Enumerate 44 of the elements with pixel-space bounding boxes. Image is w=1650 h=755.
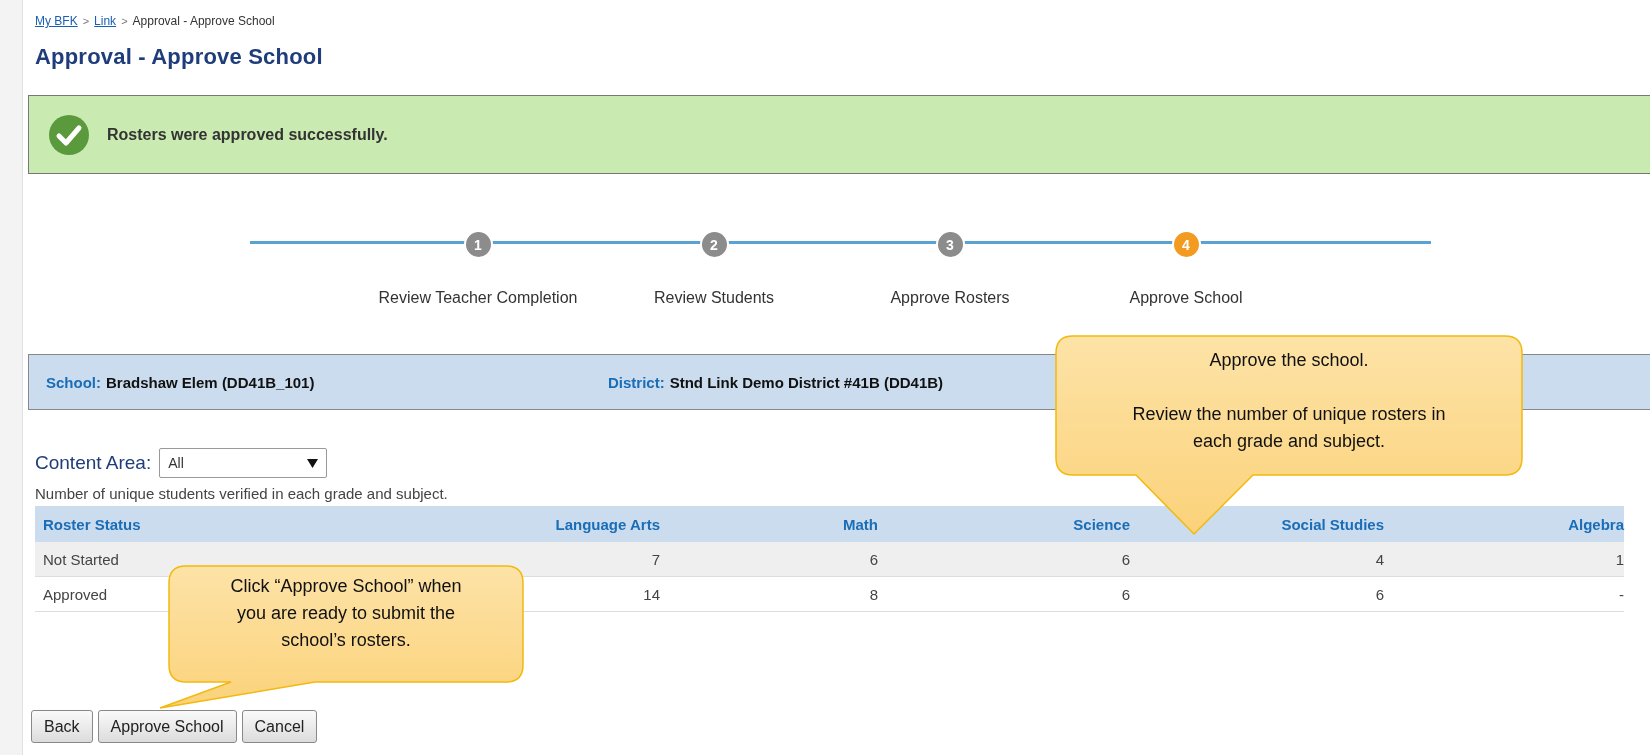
caret-icon xyxy=(307,458,319,468)
breadcrumb-separator: > xyxy=(121,15,128,27)
column-header: Math xyxy=(660,506,878,542)
step-number: 2 xyxy=(699,230,729,259)
step-number: 1 xyxy=(463,230,493,259)
form-button[interactable]: Back xyxy=(31,710,93,743)
table-cell: 6 xyxy=(1130,576,1384,612)
table-cell: 1 xyxy=(1384,542,1624,577)
table-cell: 7 xyxy=(480,542,660,577)
column-header: Language Arts xyxy=(480,506,660,542)
step-number: 4 xyxy=(1171,230,1201,259)
callout-text: Approve the school. xyxy=(1208,349,1370,372)
info-label: School: xyxy=(46,373,101,391)
check-icon xyxy=(49,114,89,155)
step-label: Approve Rosters xyxy=(890,289,1010,307)
table-cell: 6 xyxy=(878,542,1130,577)
table-cell: - xyxy=(1384,576,1624,612)
form-button[interactable]: Approve School xyxy=(97,710,237,743)
content-area-label: Content Area: xyxy=(35,452,152,474)
table-caption: Number of unique students verified in each grade and subject. xyxy=(35,485,449,502)
column-header: Roster Status xyxy=(35,506,480,542)
alert-message: Rosters were approved successfully. xyxy=(107,125,388,144)
table-cell: 4 xyxy=(1130,542,1384,577)
form-button[interactable]: Cancel xyxy=(241,710,318,743)
content-area-dropdown[interactable]: All xyxy=(159,448,328,478)
step-number: 3 xyxy=(935,230,965,259)
table-cell: 6 xyxy=(878,576,1130,612)
page-title: Approval - Approve School xyxy=(35,44,324,70)
breadcrumb-link[interactable]: Link xyxy=(94,14,117,28)
callout-text: Review the number of unique rosters in each grade and subject. xyxy=(1131,403,1447,453)
info-value: Bradshaw Elem (DD41B_101) xyxy=(106,373,315,391)
step-label: Review Teacher Completion xyxy=(378,289,578,307)
breadcrumb-current: Approval - Approve School xyxy=(132,14,275,28)
breadcrumb-separator: > xyxy=(82,15,90,27)
column-header: Social Studies xyxy=(1130,506,1384,542)
info-label: District: xyxy=(608,373,665,391)
column-header: Algebra xyxy=(1384,506,1624,542)
table-cell: 6 xyxy=(660,542,878,577)
column-header: Science xyxy=(878,506,1130,542)
table-cell: 8 xyxy=(660,576,878,612)
step-label: Review Students xyxy=(653,289,775,307)
step-label: Approve School xyxy=(1129,289,1243,307)
info-value: Stnd Link Demo District #41B (DD41B) xyxy=(669,373,944,391)
breadcrumb-link[interactable]: My BFK xyxy=(35,14,78,28)
